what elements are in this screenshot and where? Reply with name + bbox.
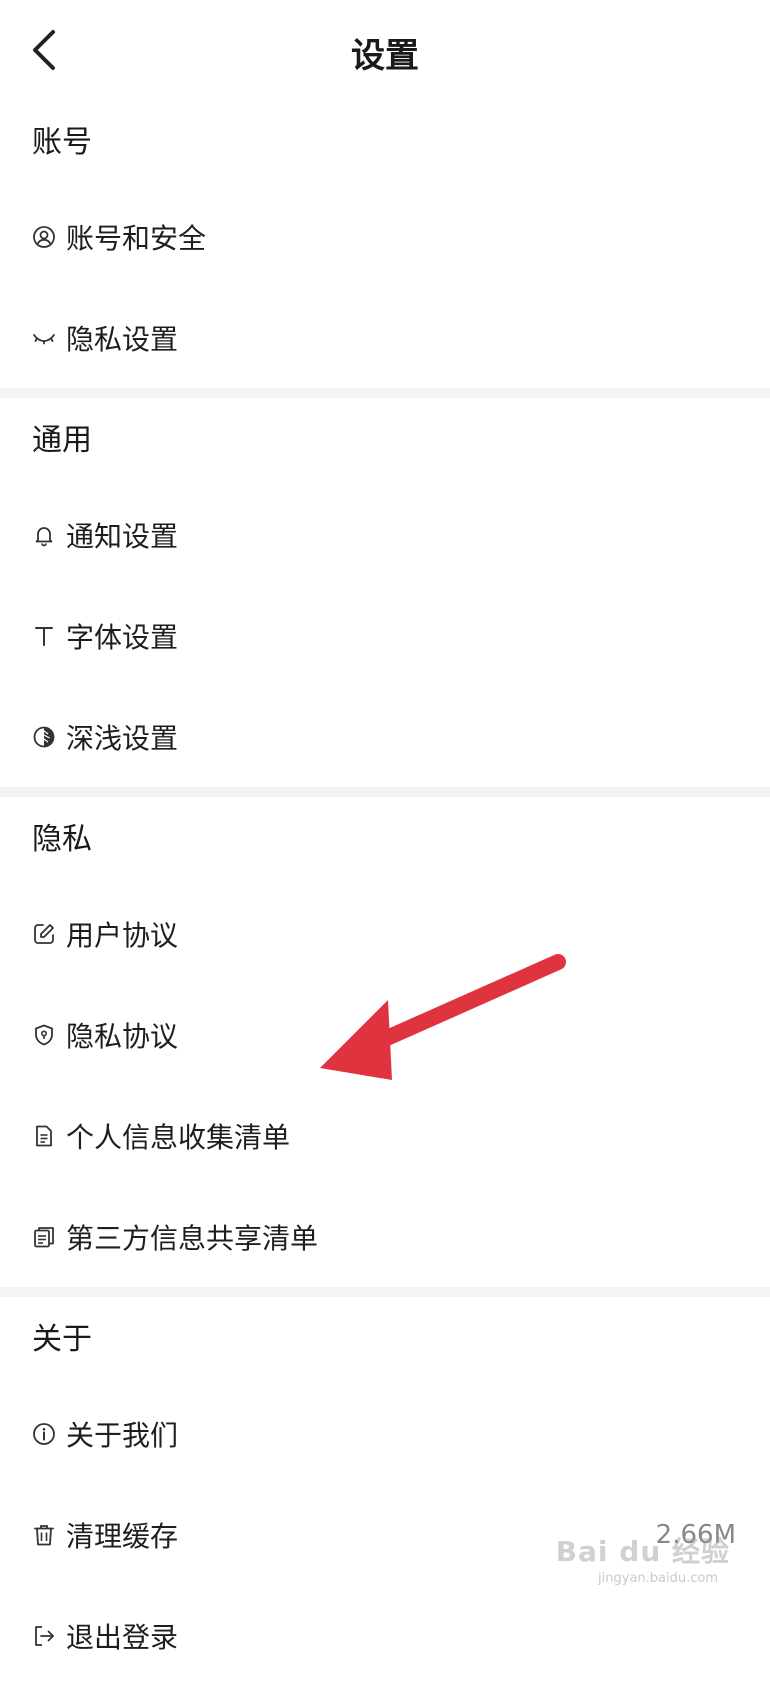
row-label: 隐私设置 bbox=[66, 322, 179, 356]
section-title: 通用 bbox=[32, 423, 92, 458]
section-general: 通用 通知设置 字体设置 深浅设置 bbox=[0, 398, 770, 787]
page-title: 设置 bbox=[351, 36, 419, 76]
row-font-settings[interactable]: 字体设置 bbox=[32, 585, 738, 686]
section-account: 账号 账号和安全 隐私设置 bbox=[0, 100, 770, 388]
row-label: 通知设置 bbox=[66, 519, 179, 553]
row-label: 深浅设置 bbox=[66, 721, 179, 755]
row-third-party-sharing-list[interactable]: 第三方信息共享清单 bbox=[32, 1186, 738, 1287]
row-label: 字体设置 bbox=[66, 620, 179, 654]
text-t-icon bbox=[32, 624, 56, 648]
section-about: 关于 关于我们 清理缓存 2.66M 退出登录 bbox=[0, 1297, 770, 1686]
watermark-sub: jingyan.baidu.com bbox=[598, 1571, 718, 1586]
documents-stack-icon bbox=[32, 1225, 56, 1249]
section-title: 账号 bbox=[32, 125, 92, 160]
contrast-icon bbox=[32, 725, 56, 749]
user-circle-icon bbox=[32, 225, 56, 249]
section-title: 关于 bbox=[32, 1322, 92, 1357]
shield-icon bbox=[32, 1023, 56, 1047]
row-label: 账号和安全 bbox=[66, 221, 207, 255]
top-bar: 设置 bbox=[0, 0, 770, 100]
row-account-security[interactable]: 账号和安全 bbox=[32, 186, 738, 287]
row-notification-settings[interactable]: 通知设置 bbox=[32, 484, 738, 585]
row-privacy-agreement[interactable]: 隐私协议 bbox=[32, 984, 738, 1085]
row-personal-info-list[interactable]: 个人信息收集清单 bbox=[32, 1085, 738, 1186]
row-label: 退出登录 bbox=[66, 1620, 179, 1654]
row-label: 隐私协议 bbox=[66, 1019, 179, 1053]
row-theme-settings[interactable]: 深浅设置 bbox=[32, 686, 738, 787]
section-title: 隐私 bbox=[32, 822, 92, 857]
watermark: Bai du 经验 bbox=[555, 1535, 730, 1568]
row-user-agreement[interactable]: 用户协议 bbox=[32, 883, 738, 984]
row-label: 个人信息收集清单 bbox=[66, 1120, 291, 1154]
info-circle-icon bbox=[32, 1422, 56, 1446]
row-label: 第三方信息共享清单 bbox=[66, 1221, 319, 1255]
closed-eye-icon bbox=[32, 326, 56, 350]
row-label: 用户协议 bbox=[66, 918, 179, 952]
row-privacy-settings[interactable]: 隐私设置 bbox=[32, 287, 738, 388]
logout-icon bbox=[32, 1624, 56, 1648]
document-icon bbox=[32, 1124, 56, 1148]
row-label: 关于我们 bbox=[66, 1418, 179, 1452]
row-label: 清理缓存 bbox=[66, 1519, 179, 1553]
bell-icon bbox=[32, 523, 56, 547]
row-about-us[interactable]: 关于我们 bbox=[32, 1383, 738, 1484]
section-privacy: 隐私 用户协议 隐私协议 个人信息收集清单 第三方信息共享清单 bbox=[0, 797, 770, 1287]
row-logout[interactable]: 退出登录 bbox=[32, 1585, 738, 1686]
trash-icon bbox=[32, 1523, 56, 1547]
edit-square-icon bbox=[32, 922, 56, 946]
